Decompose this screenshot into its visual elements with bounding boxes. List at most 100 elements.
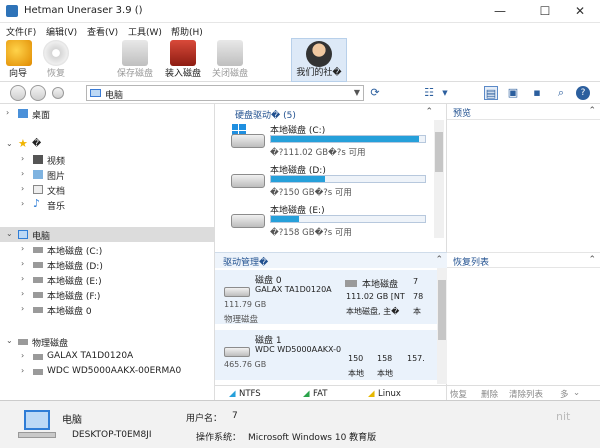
tree-item-pictures[interactable]: › 图片 (0, 167, 215, 182)
tree-item-drive-f[interactable]: › 本地磁盘 (F:) (0, 287, 215, 302)
chevron-right-icon[interactable]: › (21, 304, 24, 313)
menu-help[interactable]: 帮助(H) (171, 25, 203, 38)
scroll-thumb[interactable] (435, 132, 443, 172)
load-disk-button[interactable]: 装入磁盘 (160, 38, 206, 82)
menu-view[interactable]: 查看(V) (87, 25, 118, 38)
menu-edit[interactable]: 编辑(V) (46, 25, 77, 38)
up-button[interactable] (52, 87, 64, 99)
close-disk-button[interactable]: 关闭磁盘 (207, 38, 253, 82)
preview-header[interactable]: 预览 ⌃ (447, 104, 600, 120)
chevron-right-icon[interactable]: › (21, 169, 24, 178)
partition-caption: 本地磁盘, 主� (346, 307, 400, 316)
refresh-icon[interactable]: ⟳ (368, 86, 382, 100)
tree-label: 物理磁盘 (32, 339, 69, 349)
chevron-right-icon[interactable]: › (21, 154, 24, 163)
music-icon: ♪ (33, 197, 41, 210)
chevron-up-icon[interactable]: ⌃ (435, 255, 443, 265)
tree-item-drive-d[interactable]: › 本地磁盘 (D:) (0, 257, 215, 272)
search-icon[interactable]: ⌕ (554, 86, 568, 100)
drive-icon (231, 174, 265, 188)
tree-item-physical[interactable]: ⌄ 物理磁盘 (0, 334, 215, 349)
chevron-up-icon[interactable]: ⌃ (588, 106, 596, 116)
menu-file[interactable]: 文件(F) (6, 25, 36, 38)
drive-icon (33, 262, 43, 268)
community-button[interactable]: 我们的社� (291, 38, 347, 82)
chevron-right-icon[interactable]: › (21, 199, 24, 208)
view-large-icon[interactable]: ▤ (484, 86, 498, 100)
tree-item-drive-c[interactable]: › 本地磁盘 (C:) (0, 242, 215, 257)
recovery-recover-button[interactable]: 恢复 (450, 388, 467, 400)
drives-scrollbar[interactable] (434, 120, 444, 238)
chevron-down-icon[interactable]: ⌄ (6, 336, 13, 345)
recovery-list-header[interactable]: 恢复列表 ⌃ (447, 252, 600, 268)
filesystem-legend: ◢ NTFS ◢ FAT ◢ Linux (215, 385, 447, 400)
tree-item-favorites[interactable]: ⌄ ★ � (0, 137, 215, 152)
hdd-icon (224, 287, 250, 297)
chevron-right-icon[interactable]: › (21, 289, 24, 298)
scroll-thumb[interactable] (438, 280, 446, 340)
forward-button[interactable] (30, 85, 46, 101)
tree-item-drive-0[interactable]: › 本地磁盘 0 (0, 302, 215, 317)
watermark: nit (556, 410, 571, 423)
usage-fill (271, 136, 419, 142)
chevron-right-icon[interactable]: › (21, 351, 24, 360)
chevron-right-icon[interactable]: › (21, 274, 24, 283)
close-button[interactable]: ✕ (560, 0, 600, 23)
chevron-right-icon[interactable]: › (6, 108, 9, 117)
help-icon[interactable]: ? (576, 86, 590, 100)
disk-size: 111.79 GB (224, 300, 267, 309)
drive-item-e[interactable]: 本地磁盘 (E:) �?158 GB�?s 可用 (215, 202, 433, 238)
drive-icon (33, 277, 43, 283)
tree-item-computer[interactable]: ⌄ 电脑 (0, 227, 215, 242)
tree-item-drive-e[interactable]: › 本地磁盘 (E:) (0, 272, 215, 287)
view-list-icon[interactable]: ▣ (506, 86, 520, 100)
filter-icon[interactable]: ☷ (422, 86, 436, 100)
recovery-more-button[interactable]: 多 (560, 388, 569, 400)
menu-tools[interactable]: 工具(W) (128, 25, 162, 38)
drive-item-c[interactable]: 本地磁盘 (C:) �?111.02 GB�?s 可用 (215, 122, 433, 158)
drive-manager-title: 驱动管理� (223, 258, 269, 268)
drive-item-d[interactable]: 本地磁盘 (D:) �?150 GB�?s 可用 (215, 162, 433, 198)
chevron-down-icon[interactable]: ▼ (354, 88, 360, 97)
usage-fill (271, 176, 325, 182)
filter-dropdown-icon[interactable]: ▼ (438, 86, 452, 100)
minimize-button[interactable]: — (480, 0, 520, 23)
maximize-button[interactable]: ☐ (525, 0, 565, 23)
disks-scrollbar[interactable] (437, 268, 447, 384)
recovery-delete-button[interactable]: 删除 (481, 388, 498, 400)
recovery-list-title: 恢复列表 (453, 258, 490, 268)
tree-item-galax[interactable]: › GALAX TA1D0120A (0, 349, 215, 364)
tree-item-desktop[interactable]: › 桌面 (0, 106, 215, 121)
chevron-right-icon[interactable]: › (21, 259, 24, 268)
wizard-button[interactable]: 向导 (3, 38, 33, 82)
hdd-icon (224, 347, 250, 357)
tree-item-wdc[interactable]: › WDC WD5000AAKX-00ERMA0 (0, 364, 215, 379)
back-button[interactable] (10, 85, 26, 101)
chevron-right-icon[interactable]: › (21, 244, 24, 253)
chevron-up-icon[interactable]: ⌃ (425, 107, 433, 117)
hdd-section-header[interactable]: 硬盘驱动� (5) ⌃ (215, 106, 447, 121)
chevron-down-icon[interactable]: ⌄ (573, 388, 580, 398)
chevron-right-icon[interactable]: › (21, 184, 24, 193)
address-input[interactable]: 电脑 ▼ (86, 85, 364, 101)
floppy-icon[interactable]: ▪ (530, 86, 544, 100)
status-user: 7 (232, 411, 238, 421)
chevron-down-icon[interactable]: ⌄ (6, 139, 13, 148)
community-label: 我们的社� (296, 68, 342, 78)
recovery-clear-button[interactable]: 清除列表 (509, 388, 543, 400)
disk-item-0[interactable]: 磁盘 0 GALAX TA1D0120A 111.79 GB 物理磁盘 本地磁盘… (215, 270, 437, 325)
drive-manager-header[interactable]: 驱动管理� ⌃ (215, 252, 447, 268)
recover-button[interactable]: 恢复 (38, 38, 74, 82)
tree-item-music[interactable]: › ♪ 音乐 (0, 197, 215, 212)
save-disk-button[interactable]: 保存磁盘 (112, 38, 158, 82)
disk-item-1[interactable]: 磁盘 1 WDC WD5000AAKX-0 465.76 GB 150 本地 1… (215, 330, 437, 380)
recovery-buttons: 恢复 删除 清除列表 多 ⌄ (447, 385, 600, 400)
drive-free: �?111.02 GB�?s 可用 (270, 148, 366, 158)
tree-item-videos[interactable]: › 视频 (0, 152, 215, 167)
chevron-up-icon[interactable]: ⌃ (588, 255, 596, 265)
drive-icon (33, 307, 43, 313)
tree-item-documents[interactable]: › 文档 (0, 182, 215, 197)
chevron-down-icon[interactable]: ⌄ (6, 229, 13, 238)
chevron-right-icon[interactable]: › (21, 366, 24, 375)
ntfs-marker: ◢ (229, 389, 236, 399)
